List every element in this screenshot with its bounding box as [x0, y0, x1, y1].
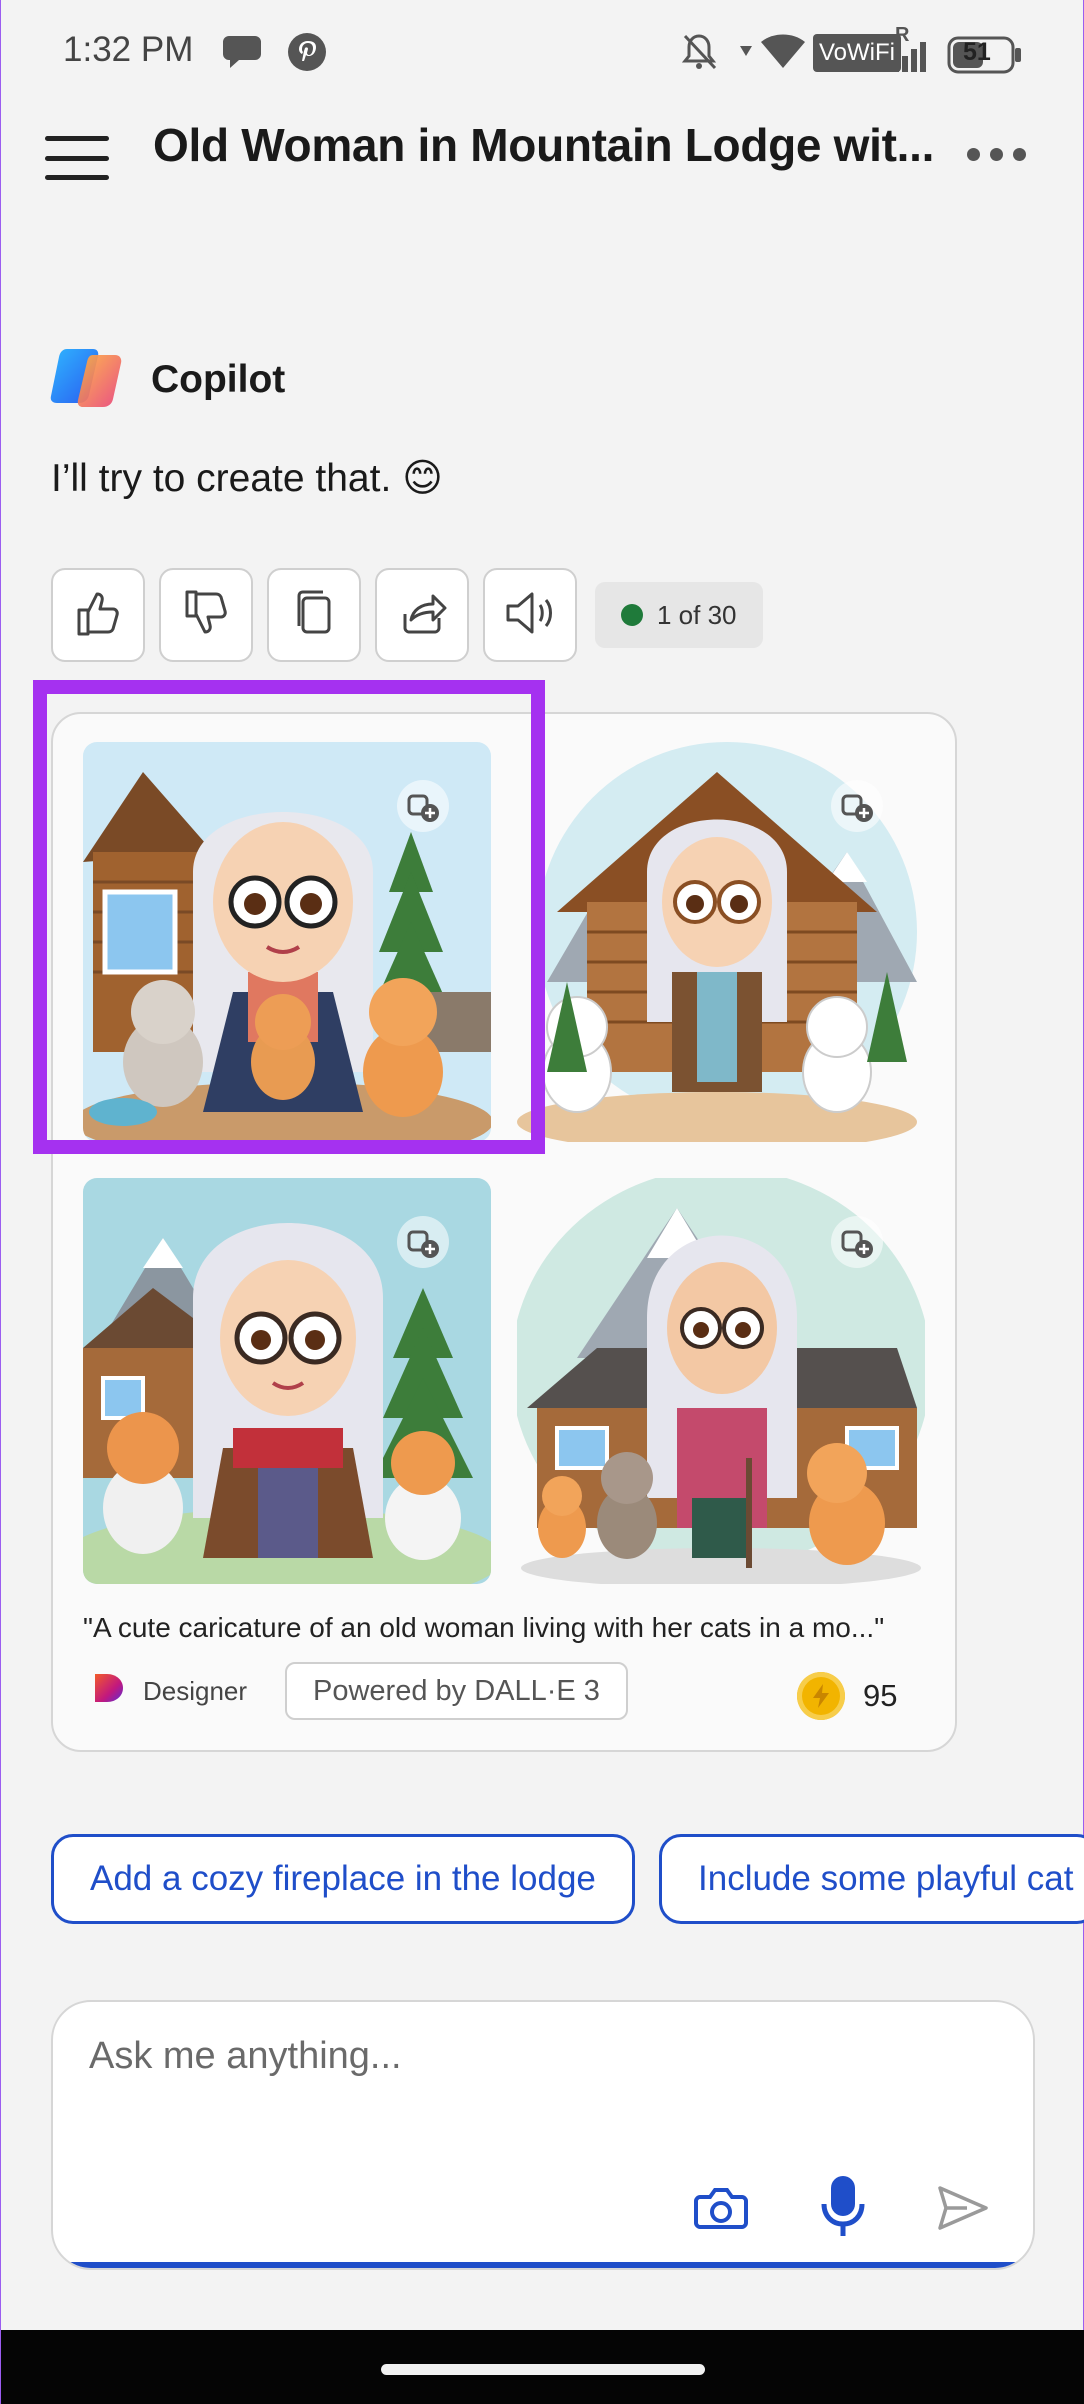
speaker-icon	[502, 588, 558, 643]
generated-image-2[interactable]	[517, 742, 925, 1142]
read-aloud-button[interactable]	[483, 568, 577, 662]
menu-button[interactable]	[45, 128, 109, 188]
dropdown-arrow-icon	[739, 44, 753, 63]
copy-icon	[289, 588, 339, 643]
suggestion-chip-fireplace[interactable]: Add a cozy fireplace in the lodge	[51, 1834, 635, 1924]
boost-count: 95	[863, 1678, 898, 1713]
share-icon	[397, 588, 447, 643]
conversation-title: Old Woman in Mountain Lodge wit...	[153, 119, 935, 171]
pinterest-icon	[287, 32, 327, 77]
boost-counter: 95	[797, 1672, 897, 1720]
battery-level: 51	[963, 38, 991, 66]
response-counter: 1 of 30	[595, 582, 763, 648]
reply-text: I’ll try to create that. 😊	[51, 457, 443, 500]
add-to-collection-icon[interactable]	[831, 780, 883, 832]
camera-icon	[694, 2188, 748, 2229]
dislike-button[interactable]	[159, 568, 253, 662]
more-dot	[990, 148, 1003, 161]
suggestion-chip-cat[interactable]: Include some playful cat	[659, 1834, 1084, 1924]
sender-name: Copilot	[151, 358, 286, 401]
menu-line	[45, 136, 109, 141]
menu-line	[45, 155, 109, 161]
vowifi-badge: VoWiFi	[813, 34, 902, 72]
input-focus-underline	[53, 2262, 1033, 2268]
generated-image-3[interactable]	[83, 1178, 491, 1584]
more-dot	[967, 148, 980, 161]
chat-bubble-icon	[223, 32, 267, 77]
message-sender: Copilot	[49, 340, 285, 420]
home-gesture-handle[interactable]	[381, 2364, 705, 2375]
send-button[interactable]	[931, 2176, 995, 2240]
status-dot-icon	[621, 604, 643, 626]
powered-by-badge: Powered by DALL·E 3	[285, 1662, 628, 1720]
signal-icon	[893, 40, 929, 77]
add-to-collection-icon[interactable]	[831, 1216, 883, 1268]
status-time: 1:32 PM	[63, 30, 194, 69]
designer-link[interactable]: Designer	[89, 1668, 247, 1715]
copilot-logo-icon	[49, 343, 123, 418]
image-prompt-caption[interactable]: "A cute caricature of an old woman livin…	[83, 1612, 884, 1644]
camera-button[interactable]	[689, 2176, 753, 2240]
boost-coin-icon	[797, 1672, 845, 1720]
microphone-icon	[821, 2176, 865, 2236]
send-icon	[938, 2186, 988, 2230]
more-dot	[1013, 148, 1026, 161]
message-composer	[51, 2000, 1035, 2270]
message-input[interactable]	[87, 2034, 891, 2079]
voice-input-button[interactable]	[811, 2170, 875, 2244]
counter-text: 1 of 30	[657, 599, 737, 630]
like-button[interactable]	[51, 568, 145, 662]
designer-logo-icon	[89, 1668, 129, 1715]
share-button[interactable]	[375, 568, 469, 662]
more-options-button[interactable]	[967, 148, 1026, 161]
message-actions: 1 of 30	[51, 568, 763, 662]
generated-image-4[interactable]	[517, 1178, 925, 1584]
bell-muted-icon	[677, 30, 721, 79]
thumbs-up-icon	[73, 588, 123, 643]
menu-line	[45, 175, 109, 180]
add-to-collection-icon[interactable]	[397, 1216, 449, 1268]
status-bar: 1:32 PM VoWiFi R 51	[1, 0, 1084, 110]
designer-label: Designer	[143, 1676, 248, 1706]
copy-button[interactable]	[267, 568, 361, 662]
thumbs-down-icon	[181, 588, 231, 643]
wifi-icon	[759, 30, 807, 75]
selected-image-highlight	[33, 680, 545, 1154]
